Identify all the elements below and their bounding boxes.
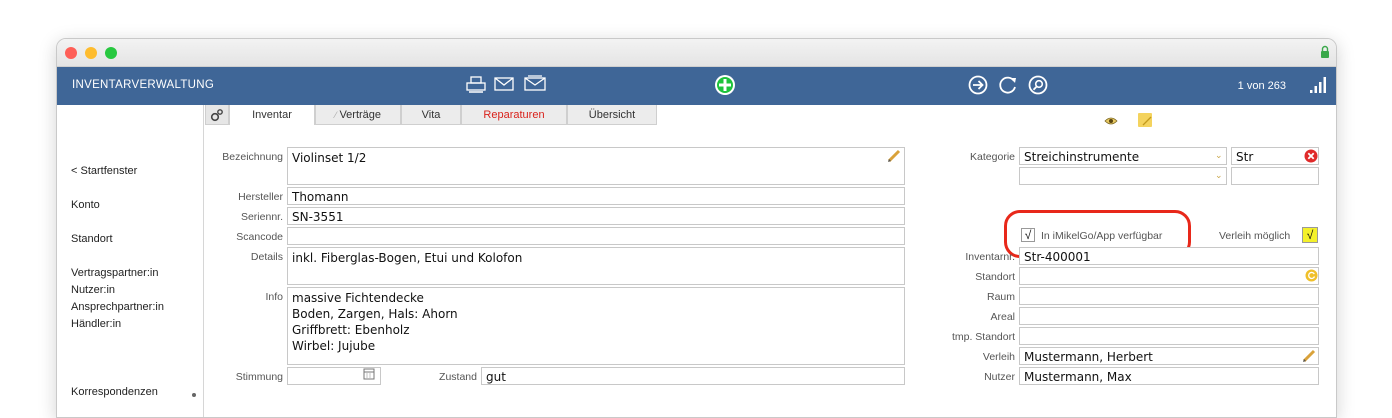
sidebar-item-konto[interactable]: Konto (71, 199, 100, 211)
feather-icon: ⁄ (334, 109, 337, 120)
title-bar (57, 39, 1336, 67)
tab-vertraege-label: Verträge (339, 108, 382, 121)
main-toolbar: INVENTARVERWALTUNG 1 von 263 (57, 67, 1336, 105)
tab-uebersicht[interactable]: Übersicht (567, 105, 657, 125)
sidebar-item-vertragspartner[interactable]: Vertragspartner:in (71, 267, 158, 279)
forward-icon[interactable] (968, 75, 988, 95)
seriennr-field[interactable]: SN-3551 (287, 207, 905, 225)
info-field[interactable]: massive Fichtendecke Boden, Zargen, Hals… (287, 287, 905, 365)
verleih-label: Verleih (982, 351, 1015, 363)
tmp-standort-field[interactable] (1019, 327, 1319, 345)
lock-icon (1321, 45, 1329, 58)
hersteller-label: Hersteller (238, 191, 283, 203)
refresh-icon[interactable] (998, 75, 1018, 95)
standort-label: Standort (975, 271, 1015, 283)
app-window: INVENTARVERWALTUNG 1 von 263 < Startfens… (56, 38, 1337, 418)
zoom-window-button[interactable] (105, 47, 117, 59)
sidebar: < Startfenster Konto Standort Vertragspa… (57, 105, 204, 417)
korrespondenzen-dot-icon (192, 393, 196, 397)
close-window-button[interactable] (65, 47, 77, 59)
add-icon[interactable] (714, 74, 736, 96)
hersteller-field[interactable]: Thomann (287, 187, 905, 205)
zustand-field[interactable]: gut (481, 367, 905, 385)
kategorie-select[interactable]: Streichinstrumente (1019, 147, 1227, 165)
envelope-icon[interactable] (494, 77, 514, 91)
verleih-field[interactable]: Mustermann, Herbert (1019, 347, 1319, 365)
verleih-pencil-icon[interactable] (1302, 349, 1316, 363)
note-icon[interactable] (1137, 112, 1153, 128)
subkategorie-select[interactable] (1019, 167, 1227, 185)
inventarnr-field[interactable]: Str-400001 (1019, 247, 1319, 265)
printer-icon[interactable] (466, 76, 486, 94)
sidebar-item-ansprechpartner[interactable]: Ansprechpartner:in (71, 301, 164, 313)
areal-field[interactable] (1019, 307, 1319, 325)
standort-field[interactable] (1019, 267, 1319, 285)
pencil-icon[interactable] (887, 149, 901, 163)
sidebar-item-haendler[interactable]: Händler:in (71, 318, 121, 330)
subkategorie-chevron-down-icon[interactable]: ⌄ (1215, 170, 1223, 181)
areal-label: Areal (990, 311, 1015, 323)
gear-icon (210, 108, 223, 121)
kategorie-label: Kategorie (970, 151, 1015, 163)
sidebar-item-nutzer[interactable]: Nutzer:in (71, 284, 115, 296)
bezeichnung-field[interactable]: Violinset 1/2 (287, 147, 905, 185)
verleih-moeglich-checkbox[interactable]: √ (1302, 227, 1318, 243)
info-label: Info (265, 291, 283, 303)
standort-refresh-icon[interactable] (1305, 269, 1318, 282)
clear-icon[interactable] (1304, 149, 1318, 163)
eye-icon[interactable] (1104, 116, 1118, 126)
details-label: Details (250, 251, 283, 263)
stimmung-label: Stimmung (235, 371, 283, 383)
tab-reparaturen[interactable]: Reparaturen (461, 105, 567, 125)
nutzer-field[interactable]: Mustermann, Max (1019, 367, 1319, 385)
sidebar-item-korrespondenzen[interactable]: Korrespondenzen (71, 386, 158, 398)
verleih-moeglich-label: Verleih möglich (1219, 230, 1291, 242)
seriennr-label: Seriennr. (240, 211, 283, 223)
tab-settings[interactable] (205, 105, 229, 125)
subkategorie-code-field[interactable] (1231, 167, 1319, 185)
raum-field[interactable] (1019, 287, 1319, 305)
tab-bar: Inventar ⁄ Verträge Vita Reparaturen Übe… (205, 105, 657, 125)
kategorie-chevron-down-icon[interactable]: ⌄ (1215, 150, 1223, 161)
inventarnr-label: Inventarnr. (965, 251, 1015, 263)
signal-icon[interactable] (1309, 76, 1327, 94)
zustand-label: Zustand (439, 371, 477, 383)
tmp-standort-label: tmp. Standort (951, 331, 1015, 343)
envelope-open-icon[interactable] (524, 75, 546, 91)
scancode-label: Scancode (236, 231, 283, 243)
search-icon[interactable] (1028, 75, 1048, 95)
record-counter: 1 von 263 (1237, 80, 1286, 92)
scancode-field[interactable] (287, 227, 905, 245)
tab-inventar[interactable]: Inventar (229, 105, 315, 125)
app-title: INVENTARVERWALTUNG (72, 79, 215, 91)
tab-vita[interactable]: Vita (401, 105, 461, 125)
raum-label: Raum (986, 291, 1015, 303)
calendar-icon[interactable] (363, 368, 375, 380)
bezeichnung-label: Bezeichnung (222, 151, 283, 163)
sidebar-item-standort[interactable]: Standort (71, 233, 113, 245)
tab-vertraege[interactable]: ⁄ Verträge (315, 105, 401, 125)
details-field[interactable]: inkl. Fiberglas-Bogen, Etui und Kolofon (287, 247, 905, 285)
sidebar-item-startfenster[interactable]: < Startfenster (71, 165, 137, 177)
nutzer-label: Nutzer (984, 371, 1015, 383)
minimize-window-button[interactable] (85, 47, 97, 59)
